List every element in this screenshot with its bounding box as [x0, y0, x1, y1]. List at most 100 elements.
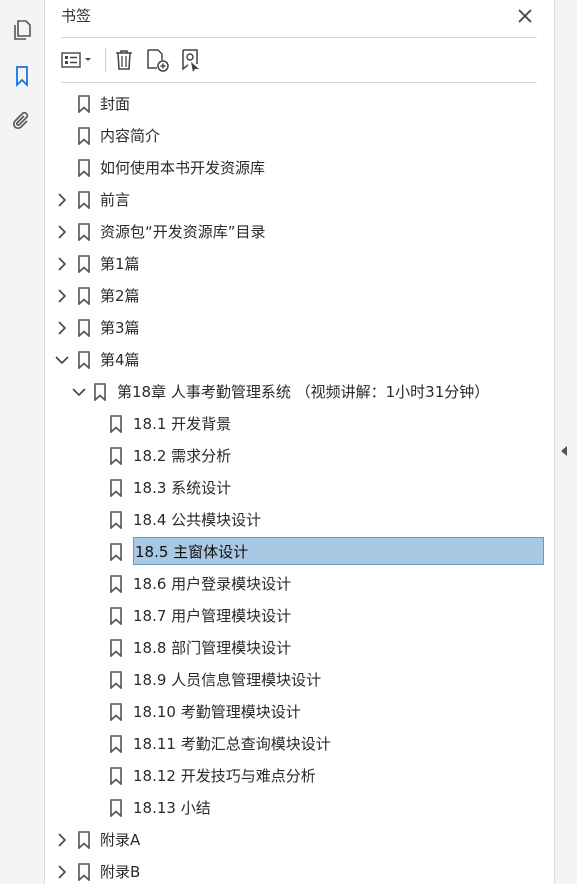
attachments-icon[interactable] — [10, 110, 34, 134]
bookmark-icon — [77, 831, 91, 850]
chevron-right-icon[interactable] — [54, 256, 70, 272]
chevron-right-icon[interactable] — [54, 288, 70, 304]
bookmark-icon — [109, 799, 123, 818]
bookmark-label[interactable]: 18.9 人员信息管理模块设计 — [133, 664, 321, 696]
bookmark-item[interactable]: 第1篇 — [45, 248, 554, 280]
bookmark-item[interactable]: 第18章 人事考勤管理系统 （视频讲解：1小时31分钟） — [45, 376, 554, 408]
panel-title: 书签 — [61, 7, 92, 25]
new-bookmark-from-structure-icon[interactable] — [177, 46, 205, 74]
bookmark-item[interactable]: 前言 — [45, 184, 554, 216]
bookmark-item[interactable]: 第2篇 — [45, 280, 554, 312]
bookmark-label[interactable]: 18.8 部门管理模块设计 — [133, 632, 291, 664]
bookmark-icon — [109, 767, 123, 786]
bookmark-item[interactable]: 封面 — [45, 88, 554, 120]
collapse-panel-icon[interactable] — [561, 446, 567, 456]
bookmark-item[interactable]: 18.12 开发技巧与难点分析 — [45, 760, 554, 792]
bookmark-label[interactable]: 18.1 开发背景 — [133, 408, 231, 440]
bookmark-label[interactable]: 附录B — [100, 856, 140, 888]
delete-bookmark-icon[interactable] — [111, 46, 137, 74]
bookmark-label[interactable]: 18.5 主窗体设计 — [133, 537, 544, 565]
bookmark-item[interactable]: 如何使用本书开发资源库 — [45, 152, 554, 184]
bookmark-label[interactable]: 内容简介 — [100, 120, 160, 152]
bookmark-icon — [109, 479, 123, 498]
bookmark-icon — [77, 223, 91, 242]
bookmark-label[interactable]: 18.12 开发技巧与难点分析 — [133, 760, 316, 792]
chevron-right-icon[interactable] — [54, 224, 70, 240]
bookmark-icon — [77, 159, 91, 178]
bookmark-icon — [109, 447, 123, 466]
bookmark-item[interactable]: 内容简介 — [45, 120, 554, 152]
divider — [61, 37, 537, 38]
bookmark-icon — [77, 255, 91, 274]
bookmark-item[interactable]: 18.8 部门管理模块设计 — [45, 632, 554, 664]
divider — [61, 82, 537, 83]
bookmark-item[interactable]: 18.3 系统设计 — [45, 472, 554, 504]
bookmark-item[interactable]: 资源包“开发资源库”目录 — [45, 216, 554, 248]
bookmark-item[interactable]: 18.6 用户登录模块设计 — [45, 568, 554, 600]
bookmarks-panel: 书签 封面 内容简介 如何使用本书开发资源库 前言 资源包“开发资源库”目录 第… — [45, 0, 554, 884]
bookmark-label[interactable]: 18.2 需求分析 — [133, 440, 231, 472]
close-icon[interactable] — [513, 5, 537, 27]
bookmark-icon — [109, 735, 123, 754]
bookmark-item[interactable]: 18.9 人员信息管理模块设计 — [45, 664, 554, 696]
options-menu-icon[interactable] — [59, 46, 95, 74]
bookmark-label[interactable]: 18.3 系统设计 — [133, 472, 231, 504]
bookmark-label[interactable]: 封面 — [100, 88, 130, 120]
bookmark-label[interactable]: 如何使用本书开发资源库 — [100, 152, 265, 184]
bookmark-item[interactable]: 18.5 主窗体设计 — [45, 536, 554, 568]
bookmark-icon — [109, 671, 123, 690]
bookmark-item[interactable]: 18.10 考勤管理模块设计 — [45, 696, 554, 728]
bookmark-item[interactable]: 18.4 公共模块设计 — [45, 504, 554, 536]
bookmark-icon — [109, 575, 123, 594]
bookmark-item[interactable]: 18.1 开发背景 — [45, 408, 554, 440]
bookmark-label[interactable]: 18.4 公共模块设计 — [133, 504, 261, 536]
bookmark-icon — [109, 511, 123, 530]
bookmark-icon — [77, 351, 91, 370]
chevron-right-icon[interactable] — [54, 832, 70, 848]
chevron-down-icon[interactable] — [71, 384, 87, 400]
chevron-right-icon[interactable] — [54, 864, 70, 880]
toolbar-divider — [105, 48, 106, 72]
pages-icon[interactable] — [10, 18, 34, 42]
bookmarks-toolbar — [59, 44, 539, 76]
bookmark-item[interactable]: 附录B — [45, 856, 554, 888]
bookmark-label[interactable]: 前言 — [100, 184, 130, 216]
bookmark-label[interactable]: 18.6 用户登录模块设计 — [133, 568, 291, 600]
bookmark-icon — [109, 415, 123, 434]
bookmark-label[interactable]: 第3篇 — [100, 312, 140, 344]
bookmark-label[interactable]: 第1篇 — [100, 248, 140, 280]
bookmark-item[interactable]: 18.2 需求分析 — [45, 440, 554, 472]
bookmark-icon — [77, 95, 91, 114]
bookmark-icon — [77, 191, 91, 210]
bookmark-icon — [109, 703, 123, 722]
chevron-right-icon[interactable] — [54, 192, 70, 208]
bookmark-item[interactable]: 附录A — [45, 824, 554, 856]
bookmark-icon — [77, 287, 91, 306]
bookmark-icon — [77, 319, 91, 338]
bookmark-label[interactable]: 18.13 小结 — [133, 792, 211, 824]
panel-collapse-strip — [554, 0, 577, 884]
bookmark-label[interactable]: 18.10 考勤管理模块设计 — [133, 696, 301, 728]
bookmark-label[interactable]: 第4篇 — [100, 344, 140, 376]
bookmark-label[interactable]: 第18章 人事考勤管理系统 （视频讲解：1小时31分钟） — [117, 376, 489, 408]
bookmark-item[interactable]: 18.11 考勤汇总查询模块设计 — [45, 728, 554, 760]
bookmark-icon — [109, 639, 123, 658]
bookmark-icon — [109, 543, 123, 562]
chevron-down-icon[interactable] — [54, 352, 70, 368]
bookmark-label[interactable]: 18.11 考勤汇总查询模块设计 — [133, 728, 331, 760]
new-bookmark-icon[interactable] — [143, 46, 171, 74]
bookmark-icon — [109, 607, 123, 626]
bookmark-item[interactable]: 第3篇 — [45, 312, 554, 344]
bookmark-label[interactable]: 第2篇 — [100, 280, 140, 312]
bookmarks-icon[interactable] — [10, 64, 34, 88]
left-navigation-rail — [0, 0, 45, 884]
chevron-right-icon[interactable] — [54, 320, 70, 336]
bookmark-label[interactable]: 资源包“开发资源库”目录 — [100, 216, 266, 248]
bookmark-item[interactable]: 18.7 用户管理模块设计 — [45, 600, 554, 632]
bookmark-item[interactable]: 18.13 小结 — [45, 792, 554, 824]
bookmark-label[interactable]: 18.7 用户管理模块设计 — [133, 600, 291, 632]
bookmark-icon — [93, 383, 107, 402]
bookmark-item[interactable]: 第4篇 — [45, 344, 554, 376]
bookmark-icon — [77, 863, 91, 882]
bookmark-label[interactable]: 附录A — [100, 824, 140, 856]
